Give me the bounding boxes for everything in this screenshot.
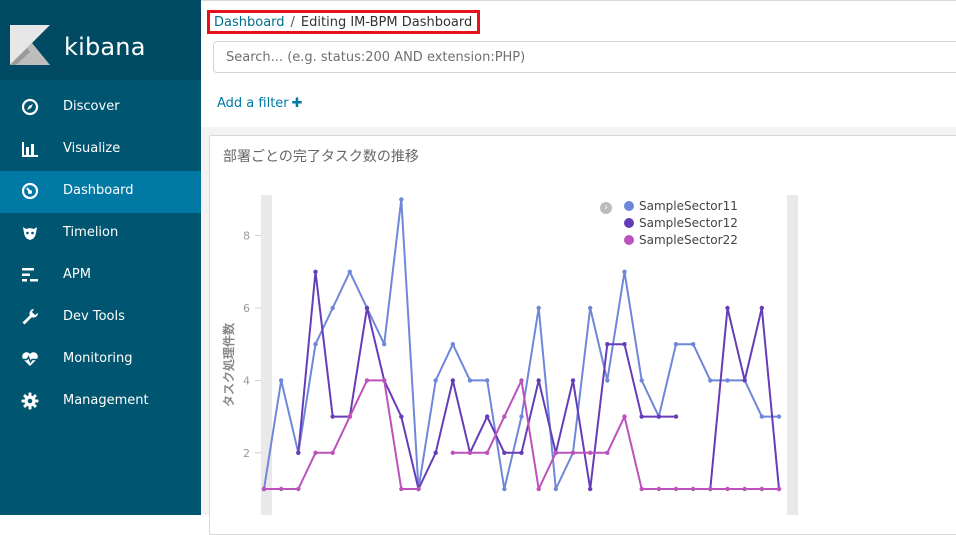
data-point[interactable] [587,450,593,455]
data-point[interactable] [484,414,490,419]
data-point[interactable] [742,486,747,492]
data-point[interactable] [759,414,765,419]
data-point[interactable] [484,378,490,383]
data-point[interactable] [656,414,662,419]
data-point[interactable] [399,414,404,419]
y-axis-ticks: 2 4 6 8 [243,230,261,460]
data-point[interactable] [776,486,782,492]
data-point[interactable] [347,414,353,419]
data-point[interactable] [759,305,765,311]
data-point[interactable] [622,269,627,274]
data-point[interactable] [450,450,456,455]
data-point[interactable] [502,414,507,419]
legend-swatch [624,218,634,228]
data-point[interactable] [605,450,610,455]
data-point[interactable] [381,378,387,383]
y-tick-label: 4 [243,374,250,387]
legend-item[interactable]: SampleSector22 [624,232,738,248]
data-point[interactable] [433,378,438,383]
line-chart: タスク処理件数 2 4 6 8 [221,195,798,515]
y-tick-label: 2 [243,447,250,460]
data-point[interactable] [519,414,524,419]
y-axis-label: タスク処理件数 [221,322,236,407]
data-point[interactable] [278,378,284,383]
data-point[interactable] [570,378,576,383]
data-point[interactable] [261,486,267,492]
data-point[interactable] [656,486,662,492]
data-point[interactable] [296,450,301,455]
data-point[interactable] [639,378,644,383]
data-point[interactable] [639,414,644,419]
data-point[interactable] [536,378,541,383]
data-point[interactable] [330,414,335,419]
data-point[interactable] [673,486,679,492]
data-point[interactable] [708,378,713,383]
data-point[interactable] [725,305,730,311]
data-point[interactable] [605,378,610,383]
legend-label: SampleSector12 [639,216,738,230]
data-point[interactable] [725,486,730,492]
data-point[interactable] [605,342,610,347]
data-point[interactable] [587,486,593,492]
data-point[interactable] [570,450,576,455]
legend-label: SampleSector22 [639,233,738,247]
data-point[interactable] [278,486,284,492]
legend-swatch [624,201,634,211]
data-point[interactable] [330,305,335,311]
data-point[interactable] [467,378,473,383]
legend-divider [787,195,798,515]
data-point[interactable] [536,486,541,492]
data-point[interactable] [484,450,490,455]
data-point[interactable] [519,450,524,455]
data-point[interactable] [673,342,679,347]
data-point[interactable] [364,378,370,383]
y-tick-label: 6 [243,302,250,315]
data-point[interactable] [467,450,473,455]
data-point[interactable] [622,342,627,347]
data-point[interactable] [381,342,387,347]
data-point[interactable] [587,305,593,311]
data-point[interactable] [313,342,318,347]
legend-swatch [624,235,634,245]
data-point[interactable] [690,486,696,492]
data-point[interactable] [725,378,730,383]
data-point[interactable] [553,450,559,455]
data-point[interactable] [399,197,404,202]
data-point[interactable] [296,486,301,492]
data-point[interactable] [502,486,507,492]
data-point[interactable] [502,450,507,455]
data-point[interactable] [776,414,782,419]
legend-item[interactable]: SampleSector11 [624,198,738,214]
data-point[interactable] [536,305,541,311]
data-point[interactable] [364,305,370,311]
data-point[interactable] [330,450,335,455]
data-point[interactable] [553,486,559,492]
series-SampleSector22 [261,378,782,492]
data-point[interactable] [639,486,644,492]
legend-item[interactable]: SampleSector12 [624,215,738,231]
data-point[interactable] [347,269,353,274]
data-point[interactable] [313,269,318,274]
legend-label: SampleSector11 [639,199,738,213]
data-point[interactable] [622,414,627,419]
data-point[interactable] [742,378,747,383]
y-tick-label: 8 [243,230,250,243]
data-point[interactable] [673,414,679,419]
series-line [264,379,779,490]
data-point[interactable] [450,342,456,347]
data-point[interactable] [519,378,524,383]
data-point[interactable] [399,486,404,492]
data-point[interactable] [433,450,438,455]
data-point[interactable] [450,378,456,383]
data-point[interactable] [313,450,318,455]
data-point[interactable] [708,486,713,492]
data-point[interactable] [759,486,765,492]
data-point[interactable] [416,486,421,492]
data-point[interactable] [690,342,696,347]
legend-toggle-icon[interactable]: › [600,202,612,214]
